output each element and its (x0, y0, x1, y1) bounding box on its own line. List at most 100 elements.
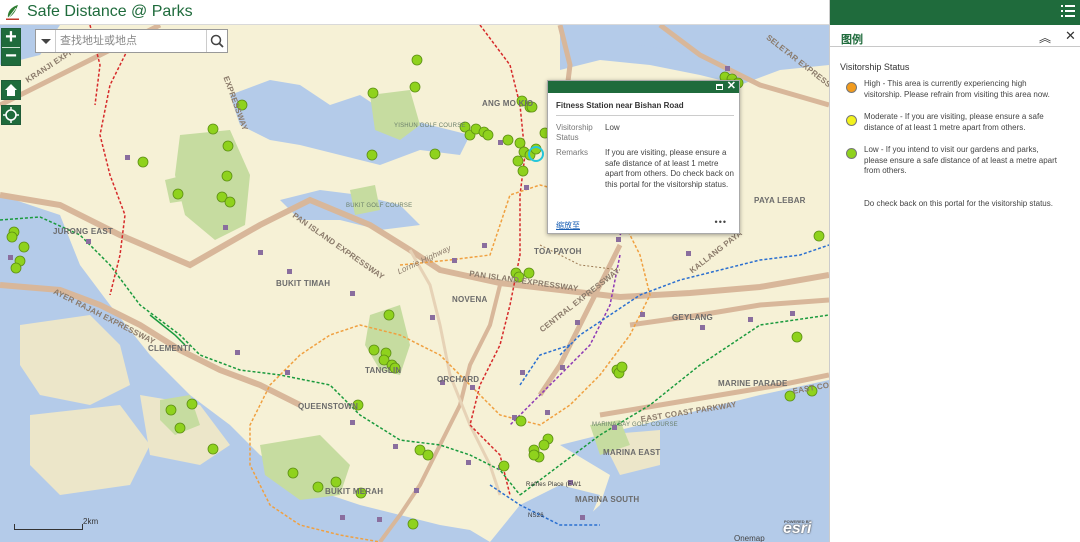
label-orchard: ORCHARD (437, 375, 480, 384)
map-view[interactable]: ANG MO KIO JURONG EAST TOA PAYOH PAYA LE… (0, 25, 829, 542)
search-box (35, 29, 228, 53)
park-marker[interactable] (186, 398, 198, 410)
park-marker[interactable] (366, 149, 378, 161)
popup-field-key: Remarks (556, 148, 589, 157)
search-input[interactable] (60, 33, 205, 49)
park-marker[interactable] (330, 476, 342, 488)
park-marker[interactable] (429, 148, 441, 160)
park-marker[interactable] (616, 361, 628, 373)
park-marker[interactable] (411, 54, 423, 66)
popup-more-menu[interactable]: ••• (715, 217, 727, 227)
zoom-control: + − (1, 27, 21, 66)
zoom-out-button[interactable]: − (2, 46, 20, 66)
popup-close-icon[interactable]: ✕ (727, 79, 736, 92)
map-attribution: Onemap (734, 534, 765, 542)
park-marker[interactable] (512, 155, 524, 167)
label-golf-bukit: BUKIT GOLF COURSE (346, 203, 412, 209)
park-marker[interactable] (207, 123, 219, 135)
scale-bar-label: 2km (83, 517, 99, 526)
low-status-symbol-icon (846, 148, 857, 159)
locate-button[interactable] (1, 105, 21, 125)
label-tanglin: TANGLIN (365, 366, 402, 375)
panel-divider (830, 46, 1080, 47)
park-marker[interactable] (514, 137, 526, 149)
park-marker[interactable] (409, 81, 421, 93)
park-marker[interactable] (813, 230, 825, 242)
home-button[interactable] (1, 80, 21, 100)
park-marker[interactable] (10, 262, 22, 274)
park-marker[interactable] (287, 467, 299, 479)
park-marker[interactable] (407, 518, 419, 530)
label-toa-payoh: TOA PAYOH (534, 247, 582, 256)
park-marker[interactable] (367, 87, 379, 99)
label-ang-mo-kio: ANG MO KIO (482, 99, 534, 108)
legend-list-icon[interactable] (1061, 4, 1075, 19)
park-marker[interactable] (515, 415, 527, 427)
legend-panel: 图例 ︽ ✕ Visitorship Status High - This ar… (829, 0, 1080, 542)
app-title: Safe Distance @ Parks (27, 3, 193, 20)
collapse-icon[interactable]: ︽ (1039, 29, 1051, 46)
nparks-logo-icon (6, 5, 19, 20)
label-golf-yishun: YISHUN GOLF COURSE (394, 123, 465, 130)
park-marker[interactable] (791, 331, 803, 343)
park-marker[interactable] (221, 170, 233, 182)
park-marker[interactable] (172, 188, 184, 200)
label-bukit-merah: BUKIT MERAH (325, 487, 384, 496)
label-paya-lebar: PAYA LEBAR (754, 196, 806, 205)
moderate-status-symbol-icon (846, 115, 857, 126)
legend-item-label: Low - If you intend to visit our gardens… (864, 145, 1058, 175)
park-marker[interactable] (137, 156, 149, 168)
search-button[interactable] (206, 30, 227, 52)
park-marker[interactable] (224, 196, 236, 208)
label-queenstown: QUEENSTOWN (298, 402, 359, 411)
park-marker[interactable] (528, 449, 540, 461)
popup-header-bar: ✕ (548, 79, 739, 93)
label-marina-south: MARINA SOUTH (575, 495, 640, 504)
label-jurong-east: JURONG EAST (53, 227, 113, 236)
label-raffles-place: Raffles Place (EW1 (526, 482, 582, 488)
popup-zoom-to-link[interactable]: 缩放至 (556, 220, 580, 231)
popup-dock-icon[interactable] (716, 84, 723, 90)
legend-item-label: Moderate - If you are visiting, please e… (864, 112, 1044, 132)
park-marker[interactable] (517, 165, 529, 177)
label-ns26: NS26 (528, 513, 544, 519)
label-marine-parade: MARINE PARADE (718, 379, 788, 388)
popup-title: Fitness Station near Bishan Road (556, 101, 684, 110)
popup-field-value: Low (605, 123, 620, 132)
search-source-dropdown[interactable] (36, 30, 56, 52)
label-golf-marina: MARINA BAY GOLF COURSE (592, 422, 678, 428)
home-icon (5, 84, 17, 96)
park-marker[interactable] (207, 443, 219, 455)
popup-field-value: If you are visiting, please ensure a saf… (605, 148, 734, 189)
label-geylang: GEYLANG (672, 313, 713, 322)
label-marina-east: MARINA EAST (603, 448, 661, 457)
park-marker[interactable] (383, 309, 395, 321)
park-marker[interactable] (498, 460, 510, 472)
park-marker[interactable] (502, 134, 514, 146)
legend-title: 图例 (841, 34, 863, 46)
label-novena: NOVENA (452, 295, 488, 304)
esri-logo: esri (783, 520, 812, 537)
app-header: Safe Distance @ Parks (0, 0, 829, 25)
high-status-symbol-icon (846, 82, 857, 93)
panel-toolbar (830, 0, 1080, 25)
label-bukit-timah: BUKIT TIMAH (276, 279, 331, 288)
park-marker[interactable] (6, 231, 18, 243)
park-marker[interactable] (312, 481, 324, 493)
legend-note-text: Do check back on this portal for the vis… (864, 199, 1053, 208)
park-marker[interactable] (174, 422, 186, 434)
feature-popup: ✕ Fitness Station near Bishan Road Visit… (547, 80, 740, 234)
legend-item-label: High - This area is currently experienci… (864, 79, 1050, 99)
park-marker[interactable] (368, 344, 380, 356)
park-marker[interactable] (222, 140, 234, 152)
park-marker[interactable] (18, 241, 30, 253)
close-icon[interactable]: ✕ (1065, 28, 1076, 44)
popup-divider (556, 115, 734, 116)
park-marker[interactable] (538, 439, 550, 451)
park-marker[interactable] (482, 129, 494, 141)
label-clementi: CLEMENTI (148, 344, 191, 353)
scale-bar (14, 524, 83, 530)
park-marker[interactable] (165, 404, 177, 416)
search-icon (210, 34, 224, 48)
park-marker[interactable] (422, 449, 434, 461)
